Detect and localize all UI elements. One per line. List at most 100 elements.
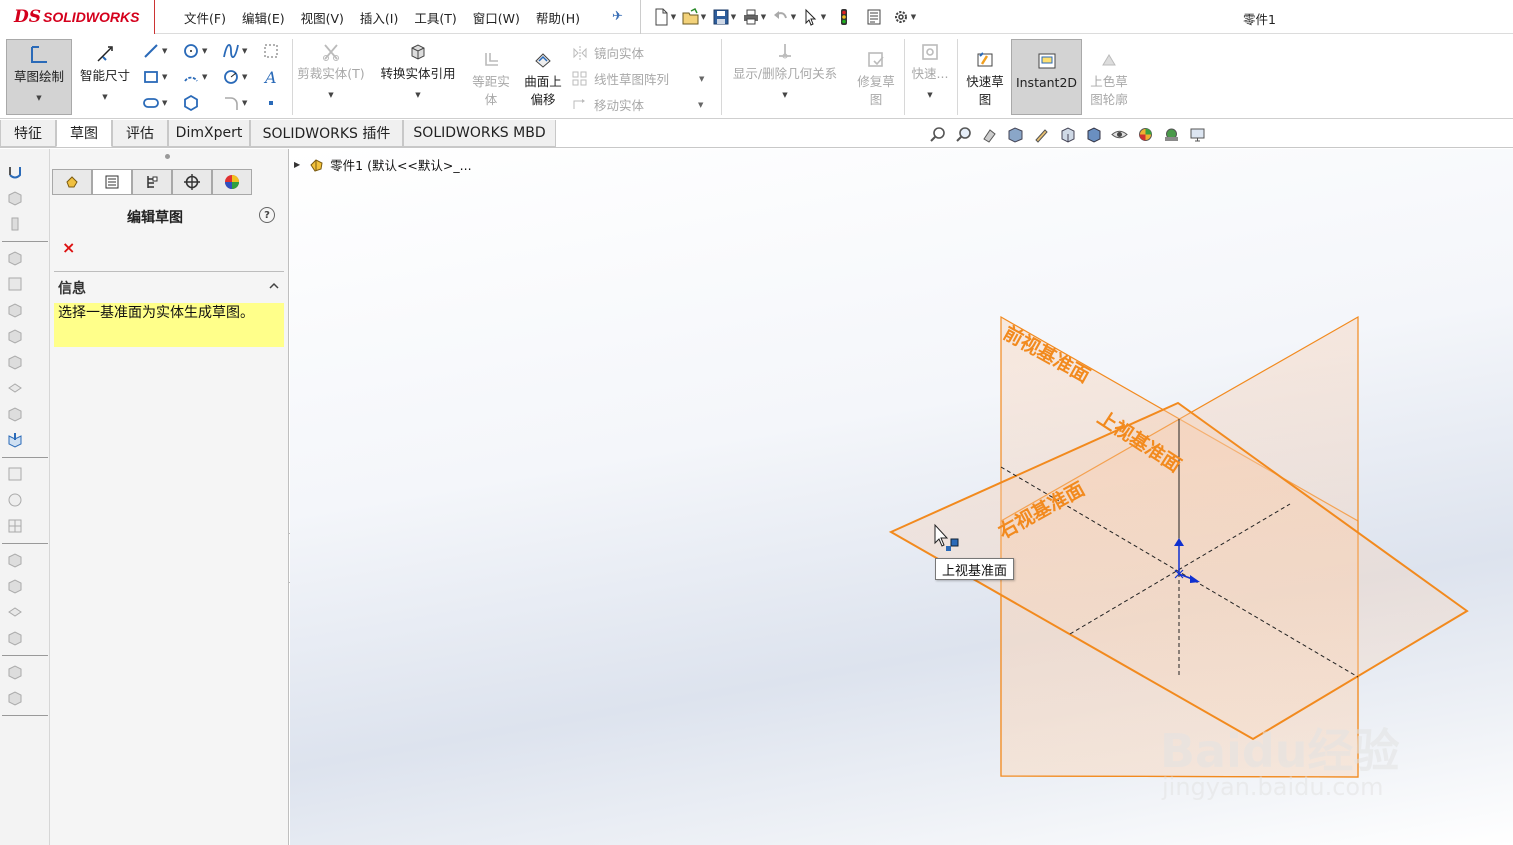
graphics-area[interactable]: ▶ 零件1 (默认<<默认>_... 前视基准面 上视基准面 右视基准面 上视基… <box>290 149 1513 845</box>
display-manager-tab[interactable] <box>212 169 252 195</box>
strip-tool-19[interactable] <box>6 663 28 683</box>
strip-tool-9[interactable] <box>6 379 28 399</box>
tab-dimxpert[interactable]: DimXpert <box>168 120 250 147</box>
solidworks-logo[interactable]: DS SOLIDWORKS <box>0 0 155 34</box>
linear-pattern-button[interactable]: 线性草图阵列 ▼ <box>572 69 704 88</box>
strip-tool-8[interactable] <box>6 353 28 373</box>
close-icon[interactable]: × <box>62 238 75 257</box>
chevron-down-icon[interactable]: ▼ <box>698 101 703 109</box>
spline-tool[interactable]: ▼ <box>222 41 252 61</box>
strip-tool-18[interactable] <box>6 629 28 649</box>
instant2d-button[interactable]: Instant2D <box>1011 39 1082 115</box>
strip-tool-16[interactable] <box>6 577 28 597</box>
zoom-to-area-button[interactable] <box>950 124 976 144</box>
repair-sketch-button[interactable]: 修复草 图 <box>850 49 902 109</box>
tab-evaluate[interactable]: 评估 <box>112 120 168 147</box>
fillet-tool[interactable]: ▼ <box>222 93 252 113</box>
edit-appearance-button[interactable] <box>1132 124 1158 144</box>
menu-help[interactable]: 帮助(H) <box>528 8 588 27</box>
help-icon[interactable]: ? <box>259 207 275 223</box>
apply-scene-button[interactable] <box>1158 124 1184 144</box>
ellipse-tool[interactable]: ▼ <box>222 67 252 87</box>
chevron-down-icon[interactable]: ▼ <box>927 86 932 104</box>
quick-snaps-button[interactable]: 快速... ▼ <box>906 41 954 104</box>
offset-on-surface-button[interactable]: 曲面上 偏移 <box>518 49 568 109</box>
menu-tools[interactable]: 工具(T) <box>406 8 464 27</box>
panel-grip[interactable] <box>165 154 170 159</box>
tab-addins[interactable]: SOLIDWORKS 插件 <box>250 120 403 147</box>
view-orientation-button[interactable] <box>1054 124 1080 144</box>
options-button[interactable]: ▼ <box>891 7 917 27</box>
previous-view-button[interactable] <box>976 124 1002 144</box>
point-tool[interactable] <box>262 93 292 113</box>
smart-dimension-button[interactable]: 智能尺寸 ▼ <box>74 39 136 106</box>
print-button[interactable]: ▼ <box>741 7 767 27</box>
rectangle-tool[interactable]: ▼ <box>142 67 172 87</box>
convert-entities-button[interactable]: 转换实体引用 ▼ <box>373 41 463 104</box>
menu-window[interactable]: 窗口(W) <box>465 8 528 27</box>
circle-tool[interactable]: ▼ <box>182 41 212 61</box>
arc-tool[interactable]: ▼ <box>182 67 212 87</box>
undo-button[interactable]: ▼ <box>771 7 797 27</box>
mirror-entities-button[interactable]: 镜向实体 <box>572 43 644 62</box>
file-properties-button[interactable] <box>861 7 887 27</box>
configuration-manager-tab[interactable] <box>132 169 172 195</box>
offset-entities-button[interactable]: 等距实 体 <box>466 49 516 109</box>
pin-menu-icon[interactable]: ✈ <box>612 9 623 24</box>
chevron-down-icon[interactable]: ▼ <box>415 86 420 104</box>
text-tool[interactable]: A <box>262 67 292 87</box>
line-tool[interactable]: ▼ <box>142 41 172 61</box>
polygon-tool[interactable] <box>182 93 212 113</box>
strip-tool-5[interactable] <box>6 275 28 295</box>
hide-show-items-button[interactable] <box>1106 124 1132 144</box>
move-entities-button[interactable]: 移动实体 ▼ <box>572 95 703 114</box>
menu-view[interactable]: 视图(V) <box>293 8 352 27</box>
strip-tool-3[interactable] <box>6 215 28 235</box>
feature-manager-tab[interactable] <box>52 169 92 195</box>
open-document-button[interactable]: ▼ <box>681 7 707 27</box>
property-manager-tab[interactable] <box>92 169 132 195</box>
strip-tool-10[interactable] <box>6 405 28 425</box>
menu-insert[interactable]: 插入(I) <box>352 8 406 27</box>
chevron-down-icon[interactable]: ▼ <box>699 75 704 83</box>
save-button[interactable]: ▼ <box>711 7 737 27</box>
rebuild-button[interactable] <box>831 7 857 27</box>
shaded-sketch-contours-button[interactable]: 上色草 图轮廓 <box>1084 49 1134 109</box>
slot-tool[interactable]: ▼ <box>142 93 172 113</box>
strip-tool-4[interactable] <box>6 249 28 269</box>
view-settings-button[interactable] <box>1184 124 1210 144</box>
display-style-button[interactable] <box>1080 124 1106 144</box>
sketch-button[interactable]: 草图绘制 ▼ <box>6 39 72 115</box>
strip-tool-17[interactable] <box>6 603 28 623</box>
menu-file[interactable]: 文件(F) <box>176 8 234 27</box>
trim-entities-button[interactable]: 剪裁实体(T) ▼ <box>294 41 368 104</box>
chevron-down-icon[interactable]: ▼ <box>782 86 787 104</box>
strip-tool-13[interactable] <box>6 491 28 511</box>
strip-tool-7[interactable] <box>6 327 28 347</box>
new-document-button[interactable]: ▼ <box>651 7 677 27</box>
construction-geometry-tool[interactable] <box>262 41 292 61</box>
display-relations-button[interactable]: 显示/删除几何关系 ▼ <box>724 41 846 104</box>
strip-tool-20[interactable] <box>6 689 28 709</box>
dynamic-annotation-button[interactable] <box>1028 124 1054 144</box>
dimxpert-manager-tab[interactable] <box>172 169 212 195</box>
strip-tool-14[interactable] <box>6 517 28 537</box>
info-section-title[interactable]: 信息 <box>58 278 86 298</box>
tab-mbd[interactable]: SOLIDWORKS MBD <box>403 120 556 147</box>
chevron-down-icon[interactable]: ▼ <box>328 86 333 104</box>
strip-tool-6[interactable] <box>6 301 28 321</box>
chevron-up-icon[interactable] <box>269 281 279 291</box>
strip-tool-11[interactable] <box>6 431 28 451</box>
strip-tool-12[interactable] <box>6 465 28 485</box>
menu-edit[interactable]: 编辑(E) <box>234 8 293 27</box>
strip-tool-1[interactable] <box>6 163 28 183</box>
strip-tool-2[interactable] <box>6 189 28 209</box>
tab-sketch[interactable]: 草图 <box>56 120 112 147</box>
zoom-to-fit-button[interactable] <box>924 124 950 144</box>
section-view-button[interactable] <box>1002 124 1028 144</box>
tab-features[interactable]: 特征 <box>0 120 56 147</box>
chevron-down-icon[interactable]: ▼ <box>102 88 107 106</box>
chevron-down-icon[interactable]: ▼ <box>36 89 41 107</box>
rapid-sketch-button[interactable]: 快速草 图 <box>960 49 1010 109</box>
select-button[interactable]: ▼ <box>801 7 827 27</box>
